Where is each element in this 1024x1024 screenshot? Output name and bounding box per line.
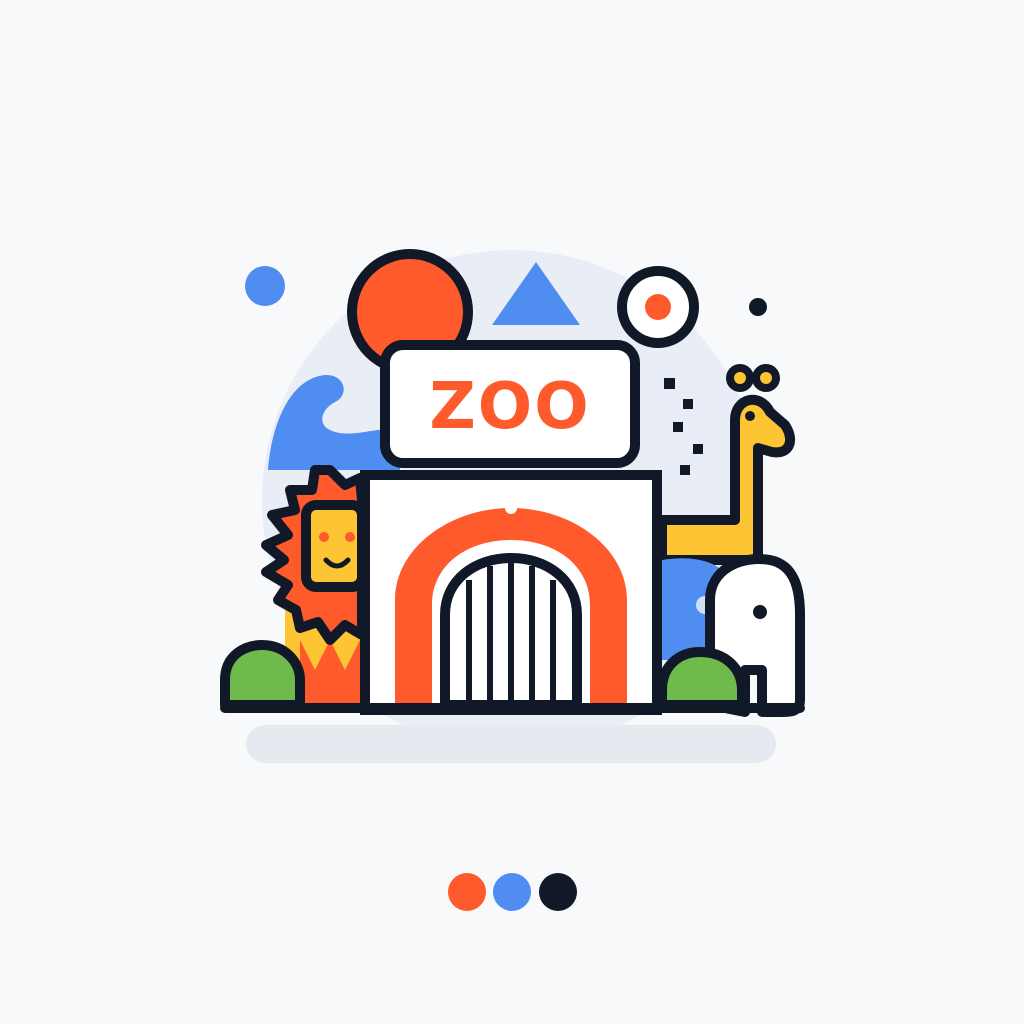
indicator-dot-black <box>539 873 577 911</box>
indicator-dot-blue <box>493 873 531 911</box>
target-center-icon <box>645 294 671 320</box>
zoo-illustration: ZOO <box>220 249 805 911</box>
left-bush-icon <box>220 640 305 710</box>
ground-shadow <box>246 725 776 763</box>
zoo-sign-icon: ZOO <box>380 340 640 468</box>
right-bush-icon <box>657 647 747 710</box>
zoo-sign-text: ZOO <box>429 370 590 444</box>
zoo-illustration-stage: ZOO <box>0 0 1024 1024</box>
blue-dot-icon <box>245 266 285 306</box>
small-black-dot-icon <box>749 298 767 316</box>
gate-icon <box>360 470 662 715</box>
indicator-dot-orange <box>448 873 486 911</box>
